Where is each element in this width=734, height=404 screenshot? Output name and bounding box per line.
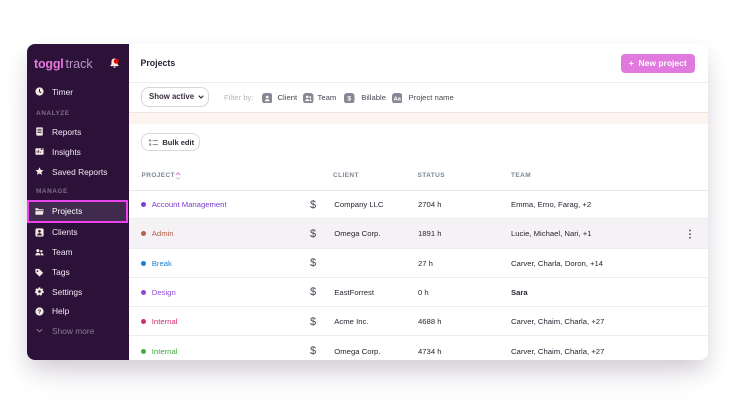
svg-text:?: ? [38,309,42,315]
svg-text:$: $ [348,95,352,102]
svg-text:Aa: Aa [393,96,401,102]
